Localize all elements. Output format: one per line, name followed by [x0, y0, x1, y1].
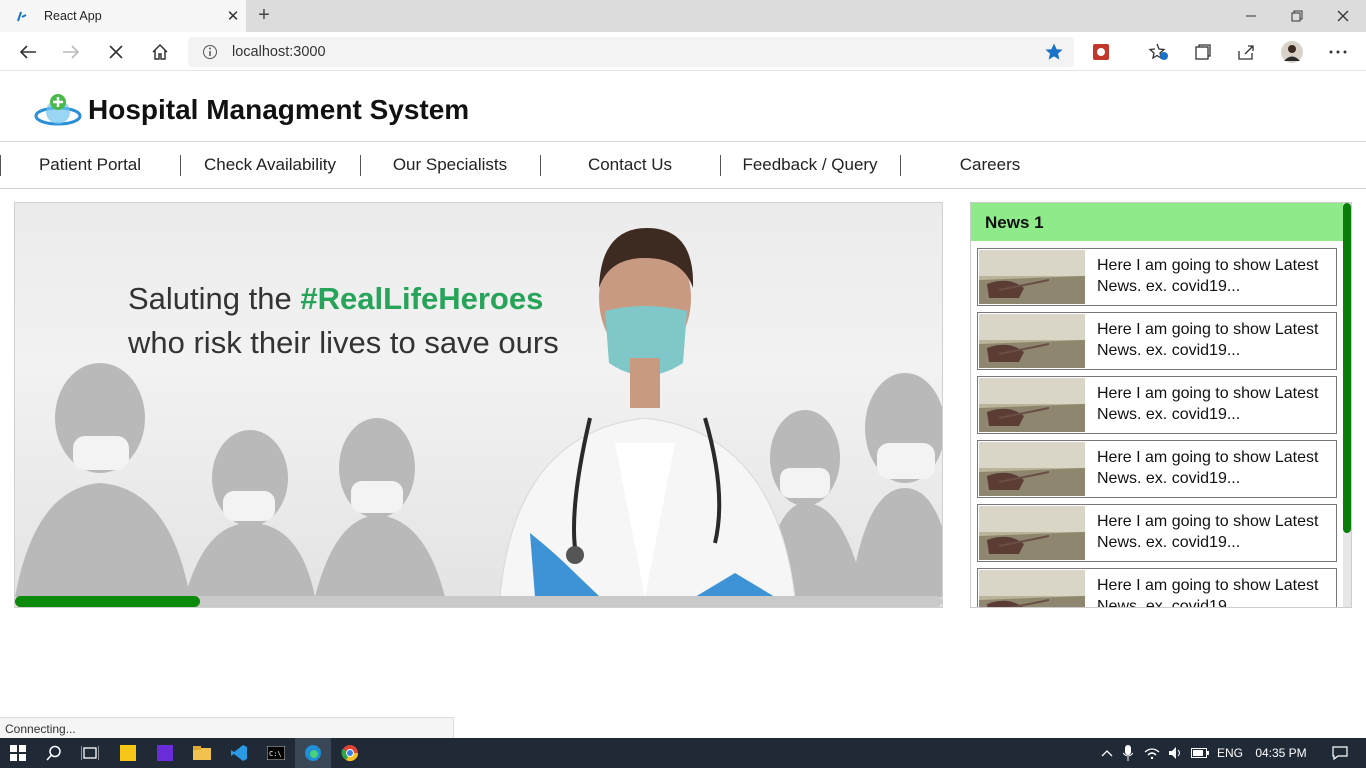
- notifications-icon[interactable]: [1322, 746, 1358, 760]
- chrome-icon[interactable]: [332, 738, 368, 768]
- news-thumbnail: [979, 442, 1085, 496]
- search-icon[interactable]: [36, 738, 72, 768]
- tab-close-icon[interactable]: ✕: [220, 7, 246, 25]
- news-item[interactable]: Here I am going to show Latest News. ex.…: [977, 312, 1337, 370]
- news-scrollbar-thumb[interactable]: [1343, 203, 1351, 533]
- language-indicator[interactable]: ENG: [1212, 746, 1248, 760]
- site-info-icon[interactable]: [202, 44, 218, 60]
- browser-toolbar: localhost:3000: [0, 32, 1366, 71]
- status-text: Connecting...: [0, 717, 454, 738]
- amazon-music-icon[interactable]: [147, 738, 183, 768]
- news-item-text: Here I am going to show Latest News. ex.…: [1097, 449, 1319, 487]
- file-explorer-icon[interactable]: [184, 738, 220, 768]
- browser-tab[interactable]: React App ✕: [0, 0, 246, 32]
- sticky-notes-icon[interactable]: [110, 738, 146, 768]
- news-thumbnail: [979, 506, 1085, 560]
- news-item[interactable]: Here I am going to show Latest News. ex.…: [977, 376, 1337, 434]
- svg-text:C:\: C:\: [269, 750, 282, 758]
- volume-icon[interactable]: [1164, 746, 1188, 760]
- address-url[interactable]: localhost:3000: [232, 44, 326, 60]
- news-item[interactable]: Here I am going to show Latest News. ex.…: [977, 440, 1337, 498]
- profile-avatar[interactable]: [1279, 39, 1305, 65]
- banner-subline: who risk their lives to save ours: [128, 325, 559, 360]
- banner-headline: Saluting the #RealLifeHeroes: [128, 281, 543, 317]
- close-window-icon[interactable]: [1320, 0, 1366, 32]
- system-tray: ENG 04:35 PM: [1098, 738, 1358, 768]
- task-view-icon[interactable]: [72, 738, 108, 768]
- news-panel: News 1 Here I am going to show Latest Ne…: [970, 202, 1352, 608]
- news-item[interactable]: Here I am going to show Latest News. ex.…: [977, 248, 1337, 306]
- new-tab-icon[interactable]: +: [252, 4, 276, 28]
- address-bar[interactable]: localhost:3000: [188, 37, 1074, 67]
- news-thumbnail: [979, 250, 1085, 304]
- site-title: Hospital Managment System: [88, 94, 470, 125]
- news-thumbnail: [979, 378, 1085, 432]
- home-icon[interactable]: [147, 39, 173, 65]
- favorite-star-icon[interactable]: [1044, 42, 1064, 62]
- news-thumbnail: [979, 570, 1085, 607]
- nav-careers[interactable]: Careers: [900, 142, 1080, 188]
- terminal-icon[interactable]: C:\: [258, 738, 294, 768]
- news-item-text: Here I am going to show Latest News. ex.…: [1097, 257, 1319, 295]
- news-item-text: Here I am going to show Latest News. ex.…: [1097, 385, 1319, 423]
- more-menu-icon[interactable]: [1325, 39, 1351, 65]
- hospital-logo-icon: [34, 92, 84, 130]
- news-item[interactable]: Here I am going to show Latest News. ex.…: [977, 504, 1337, 562]
- carousel-progress-bar[interactable]: [15, 596, 942, 607]
- nav-patient-portal[interactable]: Patient Portal: [0, 142, 180, 188]
- nav-check-availability[interactable]: Check Availability: [180, 142, 360, 188]
- show-hidden-icons-icon[interactable]: [1098, 749, 1116, 757]
- nav-our-specialists[interactable]: Our Specialists: [360, 142, 540, 188]
- battery-icon[interactable]: [1188, 748, 1212, 758]
- collections-icon[interactable]: [1190, 39, 1216, 65]
- windows-taskbar: C:\ ENG 04:35 PM: [0, 738, 1366, 768]
- banner-image: [15, 228, 942, 597]
- minimize-icon[interactable]: [1228, 0, 1274, 32]
- forward-icon[interactable]: [58, 39, 84, 65]
- carousel-progress-fill: [15, 596, 201, 607]
- news-scrollbar[interactable]: [1343, 203, 1351, 607]
- news-title: News 1: [971, 203, 1343, 241]
- wifi-icon[interactable]: [1140, 747, 1164, 759]
- clock[interactable]: 04:35 PM: [1248, 746, 1314, 760]
- nav-contact-us[interactable]: Contact Us: [540, 142, 720, 188]
- news-item-text: Here I am going to show Latest News. ex.…: [1097, 577, 1319, 608]
- news-item[interactable]: Here I am going to show Latest News. ex.…: [977, 568, 1337, 608]
- back-icon[interactable]: [15, 39, 41, 65]
- main-nav: Patient Portal Check Availability Our Sp…: [0, 142, 1366, 189]
- window-controls: [1228, 0, 1366, 32]
- favorites-icon[interactable]: [1146, 39, 1172, 65]
- banner-hashtag: #RealLifeHeroes: [300, 281, 544, 316]
- tab-title: React App: [44, 9, 102, 23]
- windows-start-icon[interactable]: [0, 738, 36, 768]
- extension-icon[interactable]: [1088, 39, 1114, 65]
- stop-loading-icon[interactable]: [103, 39, 129, 65]
- nav-feedback-query[interactable]: Feedback / Query: [720, 142, 900, 188]
- restore-icon[interactable]: [1274, 0, 1320, 32]
- edge-browser-icon[interactable]: [295, 738, 331, 768]
- banner-headline-prefix: Saluting the: [128, 281, 301, 316]
- site-header: Hospital Managment System: [0, 72, 1366, 142]
- browser-tabstrip: React App ✕ +: [0, 0, 1366, 32]
- banner-carousel[interactable]: Saluting the #RealLifeHeroes who risk th…: [14, 202, 943, 608]
- news-item-text: Here I am going to show Latest News. ex.…: [1097, 513, 1319, 551]
- react-favicon-icon: [14, 8, 30, 24]
- microphone-icon[interactable]: [1116, 745, 1140, 761]
- news-thumbnail: [979, 314, 1085, 368]
- vscode-icon[interactable]: [221, 738, 257, 768]
- share-icon[interactable]: [1233, 39, 1259, 65]
- news-item-text: Here I am going to show Latest News. ex.…: [1097, 321, 1319, 359]
